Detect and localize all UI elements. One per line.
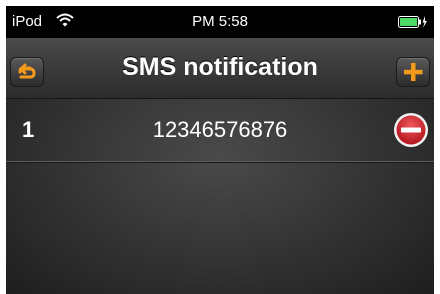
notification-list: 1 12346576876 [6, 99, 434, 294]
battery-charging-icon [398, 16, 428, 33]
minus-circle-icon [394, 113, 428, 147]
navigation-bar: SMS notification [6, 38, 434, 99]
add-button[interactable] [396, 57, 430, 87]
status-bar: iPod PM 5:58 [6, 6, 434, 38]
plus-icon [404, 63, 423, 81]
delete-button[interactable] [392, 111, 430, 149]
phone-number: 12346576876 [152, 117, 288, 142]
page-title: SMS notification [122, 53, 318, 81]
status-time: PM 5:58 [192, 13, 248, 30]
device-screen: iPod PM 5:58 SMS notification 1 12346576… [6, 6, 434, 294]
list-item[interactable]: 1 12346576876 [6, 99, 434, 162]
